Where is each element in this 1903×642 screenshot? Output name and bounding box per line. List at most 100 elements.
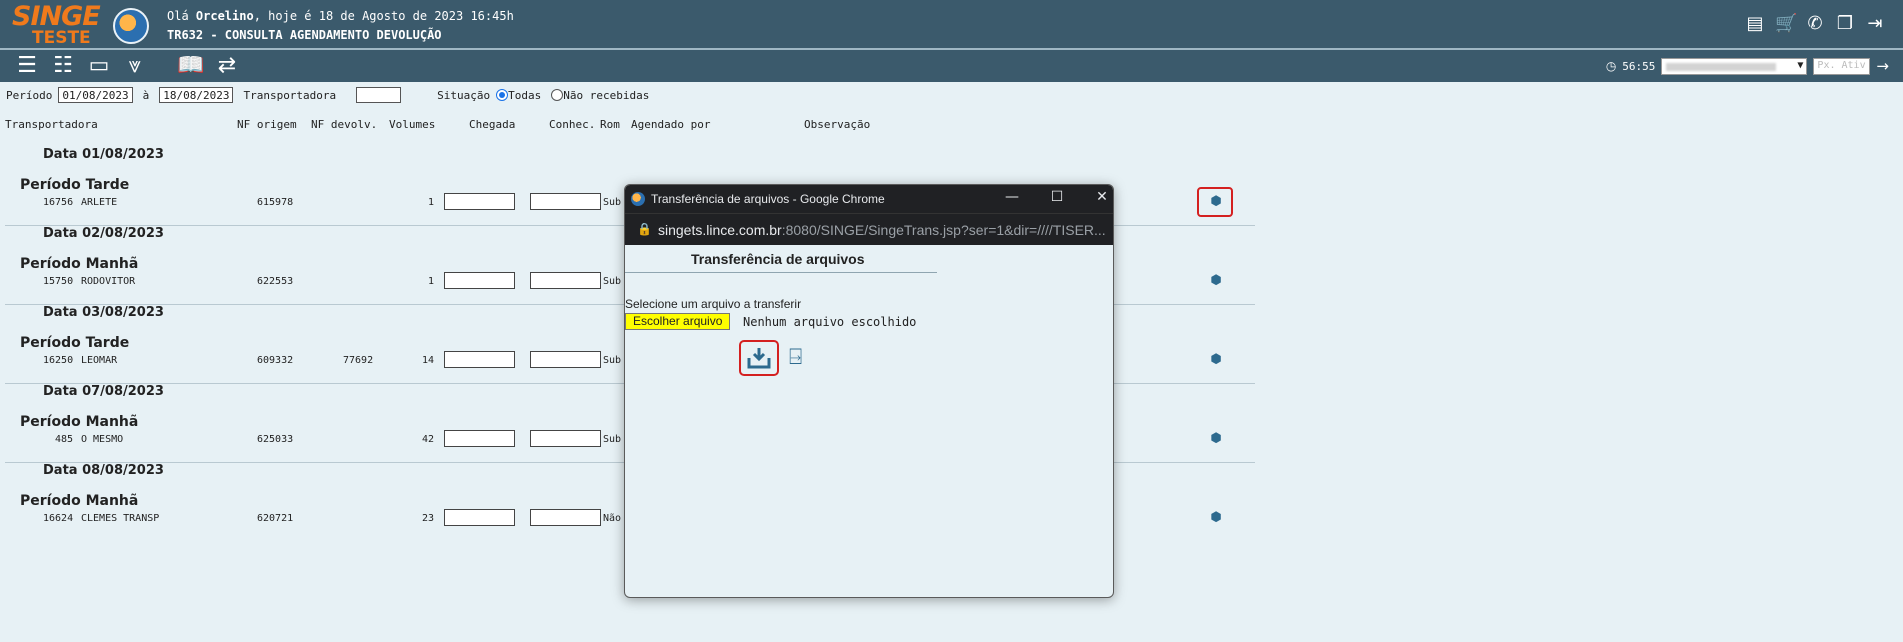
carrier-code: 16756	[43, 197, 74, 208]
carrier-name: RODOVITOR	[81, 276, 136, 287]
company-select[interactable]: ▼	[1661, 57, 1808, 75]
checklist-icon[interactable]: ☷	[48, 52, 78, 80]
chegada-input[interactable]	[444, 193, 515, 210]
maximize-icon[interactable]: ☐	[1045, 189, 1069, 205]
package-icon[interactable]: ⬢	[1209, 274, 1223, 288]
minimize-icon[interactable]: —	[1000, 189, 1024, 205]
upload-tray-icon	[747, 348, 771, 369]
carrier-code: 16624	[43, 513, 74, 524]
col-agendado-por: Agendado por	[631, 118, 711, 131]
volumes: 1	[427, 276, 434, 287]
carrier-name: CLEMES TRANSP	[81, 513, 160, 524]
refresh-icon[interactable]: ⇄	[212, 52, 242, 80]
conhec-input[interactable]	[530, 430, 601, 447]
popup-body: Transferência de arquivos Selecione um a…	[625, 245, 1113, 597]
col-nf-devolv: NF devolv.	[311, 118, 378, 131]
conhec-input[interactable]	[530, 509, 601, 526]
to-label: à	[142, 88, 150, 102]
date-from-input[interactable]: 01/08/2023	[58, 87, 133, 103]
toolbar: ☰ ☷ ▭ ⩔ 📖 ⇄ ◷ 56:55 ▼ Px. Ativ →	[0, 50, 1903, 82]
carrier-name: ARLETE	[81, 197, 118, 208]
logo-text-top: SINGE	[12, 1, 101, 32]
period-heading: Período Manhã	[20, 493, 139, 509]
conhec-input[interactable]	[530, 351, 601, 368]
header-actions: ▤ 🛒 ✆ ❐ ⇥	[1745, 14, 1885, 34]
phone-chat-icon[interactable]: ✆	[1805, 14, 1825, 34]
conhec-input[interactable]	[530, 272, 601, 289]
toolbar-right: ◷ 56:55 ▼ Px. Ativ →	[1606, 57, 1889, 75]
exit-door-icon[interactable]: ⍈	[789, 345, 802, 370]
logout-icon[interactable]: ⇥	[1865, 14, 1885, 34]
col-nf-origem: NF origem	[237, 118, 297, 131]
heading-rule	[625, 272, 937, 273]
package-icon[interactable]: ⬢	[1209, 511, 1223, 525]
transfer-heading: Transferência de arquivos	[691, 251, 865, 267]
windows-icon[interactable]: ❐	[1835, 14, 1855, 34]
logo-text-bottom: TESTE	[32, 28, 91, 48]
upload-button[interactable]	[739, 340, 779, 376]
package-icon[interactable]: ⬢	[1209, 353, 1223, 367]
rom-value: Sub	[603, 434, 622, 445]
situacao-label: Situação	[437, 88, 491, 102]
popup-url: singets.lince.com.br:8080/SINGE/SingeTra…	[658, 222, 1106, 238]
no-file-text: Nenhum arquivo escolhido	[743, 315, 917, 329]
arrow-right-icon[interactable]: →	[1876, 57, 1889, 75]
package-icon[interactable]: ⬢	[1209, 432, 1223, 446]
col-volumes: Volumes	[389, 118, 436, 131]
greeting-prefix: Olá	[167, 9, 196, 23]
document-icon[interactable]: ▤	[1745, 14, 1765, 34]
book-icon[interactable]: 📖	[176, 52, 206, 80]
select-file-label: Selecione um arquivo a transferir	[625, 297, 802, 311]
cart-icon[interactable]: 🛒	[1775, 14, 1797, 34]
screen-title: TR632 - CONSULTA AGENDAMENTO DEVOLUÇÃO	[167, 28, 442, 42]
carrier-name: O MESMO	[81, 434, 124, 445]
chegada-input[interactable]	[444, 509, 515, 526]
date-to-input[interactable]: 18/08/2023	[159, 87, 234, 103]
toolbar-spacer	[156, 52, 170, 80]
col-conhec: Conhec.	[549, 118, 596, 131]
lock-icon: 🔒	[637, 222, 652, 236]
url-path: :8080/SINGE/SingeTrans.jsp?ser=1&dir=///…	[781, 222, 1106, 238]
card-list-icon[interactable]: ▭	[84, 52, 114, 80]
popup-window-title: Transferência de arquivos - Google Chrom…	[651, 192, 885, 206]
period-heading: Período Tarde	[20, 335, 130, 351]
radio-nao-recebidas-label: Não recebidas	[563, 88, 650, 102]
popup-address-bar[interactable]: 🔒 singets.lince.com.br:8080/SINGE/SingeT…	[625, 213, 1113, 245]
transportadora-input[interactable]	[356, 87, 402, 103]
conhec-input[interactable]	[530, 193, 601, 210]
date-heading: Data 08/08/2023	[43, 463, 164, 478]
rom-value: Sub	[603, 276, 622, 287]
volumes: 42	[421, 434, 434, 445]
close-icon[interactable]: ✕	[1090, 189, 1113, 205]
choose-file-button[interactable]: Escolher arquivo	[625, 313, 731, 330]
nf-origem: 620721	[257, 513, 294, 524]
greeting-suffix: , hoje é 18 de Agosto de 2023 16:45h	[253, 9, 514, 23]
radio-nao-recebidas[interactable]	[551, 89, 564, 101]
col-transportadora: Transportadora	[5, 118, 98, 131]
period-heading: Período Manhã	[20, 256, 139, 272]
col-rom: Rom	[600, 118, 620, 131]
date-heading: Data 07/08/2023	[43, 384, 164, 399]
period-heading: Período Tarde	[20, 177, 130, 193]
date-heading: Data 02/08/2023	[43, 226, 164, 241]
carrier-code: 16250	[43, 355, 74, 366]
chegada-input[interactable]	[444, 430, 515, 447]
chevrons-down-icon[interactable]: ⩔	[120, 52, 150, 80]
chegada-input[interactable]	[444, 351, 515, 368]
col-chegada: Chegada	[469, 118, 516, 131]
periodo-label: Período	[6, 88, 53, 102]
volumes: 1	[427, 197, 434, 208]
logo-circle-icon	[113, 8, 149, 44]
nf-origem: 609332	[257, 355, 294, 366]
chegada-input[interactable]	[444, 272, 515, 289]
volumes: 23	[421, 513, 434, 524]
chevron-down-icon: ▼	[1797, 59, 1804, 71]
date-heading: Data 01/08/2023	[43, 147, 164, 162]
list-icon[interactable]: ☰	[12, 52, 42, 80]
top-header: SINGE TESTE Olá Orcelino, hoje é 18 de A…	[0, 0, 1903, 50]
radio-todas[interactable]	[496, 89, 509, 101]
rom-value: Não	[603, 513, 622, 524]
volumes: 14	[421, 355, 434, 366]
nf-devolv: 77692	[343, 355, 374, 366]
px-ativ-input[interactable]: Px. Ativ	[1813, 57, 1871, 75]
